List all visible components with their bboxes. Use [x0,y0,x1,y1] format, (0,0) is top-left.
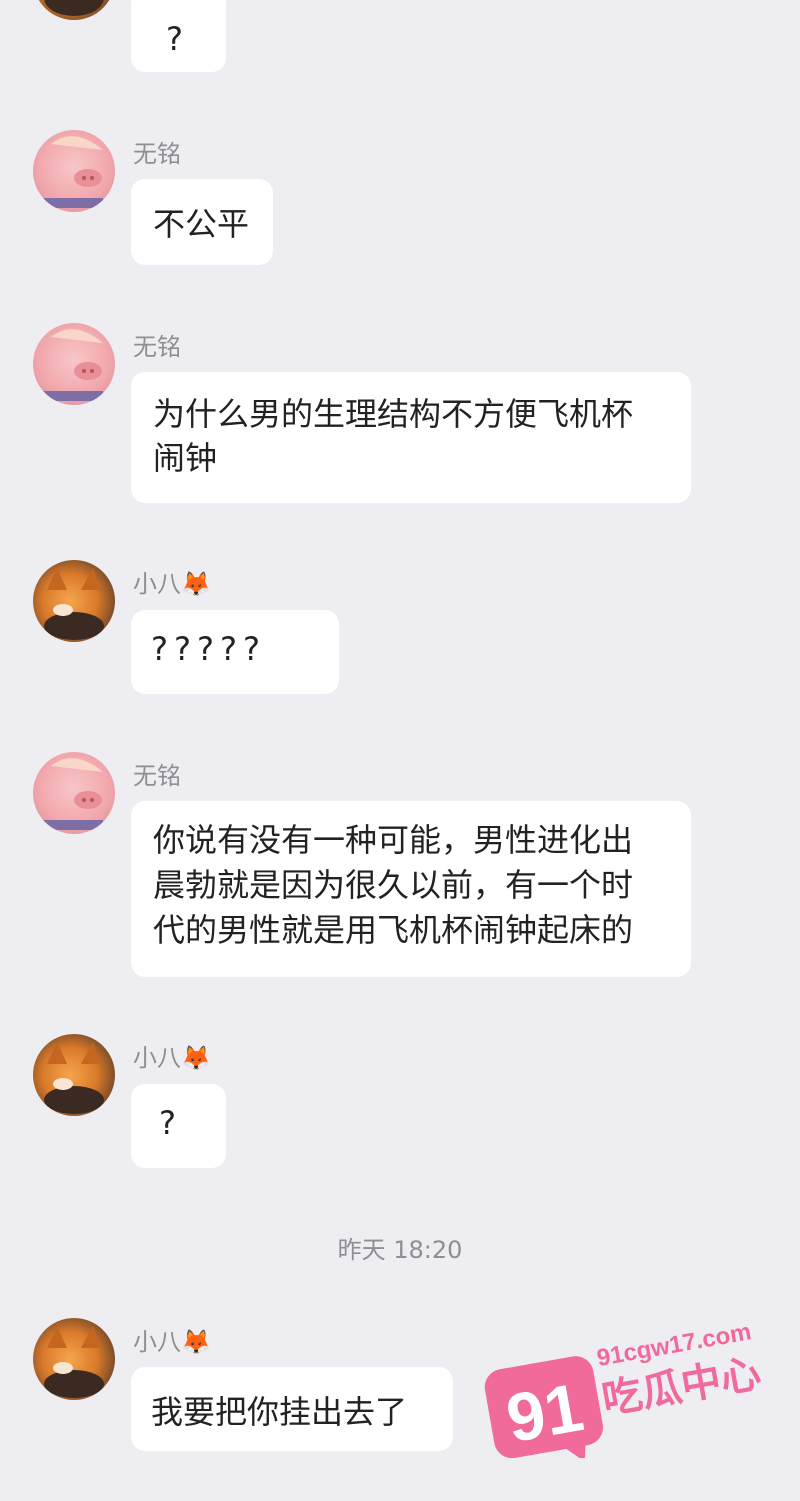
message-bubble[interactable]: ? [131,1084,226,1168]
message-bubble[interactable]: 为什么男的生理结构不方便飞机杯 闹钟 [131,372,691,503]
message-text: ????? [151,630,266,668]
message-text-line: 晨勃就是因为很久以前，有一个时 [153,866,634,904]
timestamp: 昨天 18:20 [337,1236,463,1264]
avatar[interactable] [33,560,115,642]
avatar[interactable] [33,1318,115,1400]
avatar[interactable] [33,130,115,212]
watermark-logo: 91 91cgw17.com 吃瓜中心 [483,1298,764,1462]
avatar[interactable] [33,1034,115,1116]
avatar[interactable] [33,0,115,20]
avatar[interactable] [33,323,115,405]
message-text-line: 为什么男的生理结构不方便飞机杯 [153,395,634,433]
avatar[interactable] [33,752,115,834]
message-bubble[interactable]: 不公平 [131,179,273,265]
sender-name: 无铭 [133,333,181,361]
sender-name: 小八🦊 [133,1328,211,1356]
message-bubble[interactable]: 我要把你挂出去了 [131,1367,453,1451]
message-bubble[interactable]: ????? [131,610,339,694]
sender-name: 无铭 [133,140,181,168]
message-text: 我要把你挂出去了 [151,1393,408,1431]
watermark-number: 91 [501,1369,589,1457]
message-text-line: 你说有没有一种可能，男性进化出 [153,821,634,859]
sender-name: 小八🦊 [133,570,211,598]
message-bubble[interactable]: ? [131,0,226,72]
message-text-line: 代的男性就是用飞机杯闹钟起床的 [153,911,634,949]
message-text: 不公平 [153,205,250,243]
message-text: ? [166,20,183,58]
message-text: ? [159,1104,176,1142]
message-text-line: 闹钟 [153,439,218,477]
message-bubble[interactable]: 你说有没有一种可能，男性进化出 晨勃就是因为很久以前，有一个时 代的男性就是用飞… [131,801,691,977]
sender-name: 小八🦊 [133,1044,211,1072]
sender-name: 无铭 [133,762,181,790]
